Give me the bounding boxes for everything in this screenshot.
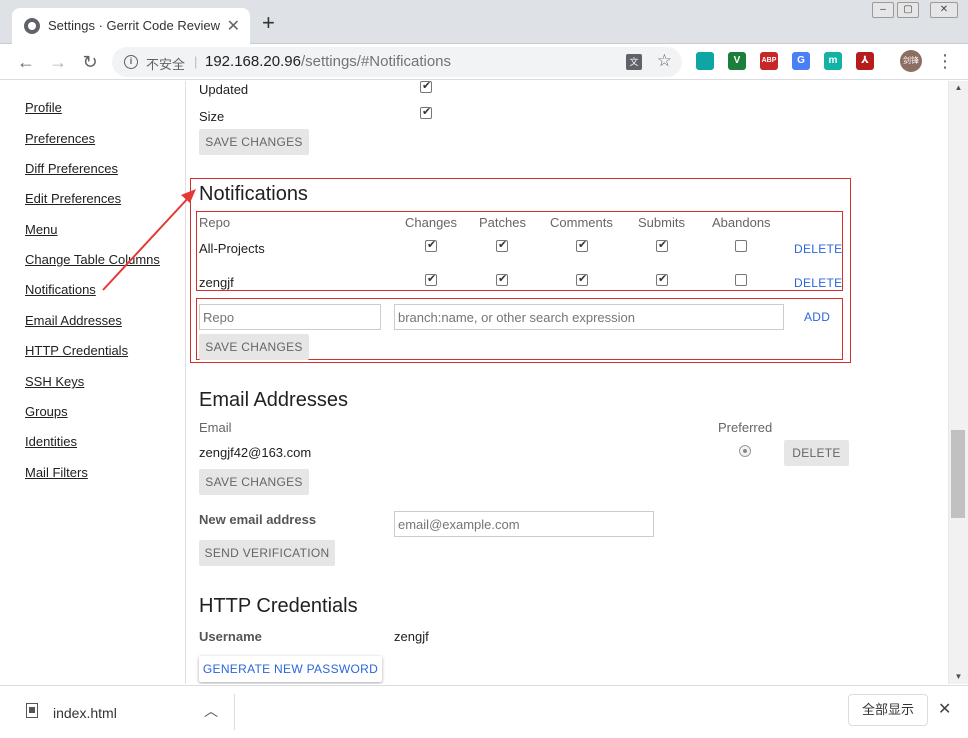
- page-viewport: Profile Preferences Diff Preferences Edi…: [0, 81, 948, 684]
- annotation-arrow: [102, 189, 196, 291]
- tab-strip: Settings · Gerrit Code Review ✕ + – ▢ ✕: [0, 0, 968, 44]
- url-text[interactable]: 192.168.20.96/settings/#Notifications: [205, 53, 451, 70]
- bookmark-star-icon[interactable]: ☆: [657, 51, 672, 71]
- pdf-extension-icon[interactable]: ⅄: [856, 52, 874, 70]
- download-bar: index.html ︿ 全部显示 ✕: [0, 685, 968, 738]
- browser-toolbar: ← → ↻ i 不安全 | 192.168.20.96/settings/#No…: [0, 44, 968, 80]
- back-arrow-icon[interactable]: ←: [14, 50, 38, 74]
- window-close-icon[interactable]: ✕: [930, 2, 958, 18]
- address-bar[interactable]: i 不安全 | 192.168.20.96/settings/#Notifica…: [112, 47, 682, 77]
- info-icon[interactable]: i: [124, 55, 138, 69]
- scroll-up-icon[interactable]: ▲: [949, 81, 968, 95]
- minimize-icon[interactable]: –: [872, 2, 894, 18]
- google-translate-icon[interactable]: G: [792, 52, 810, 70]
- insecure-label: 不安全: [146, 57, 186, 72]
- download-filename[interactable]: index.html: [53, 705, 117, 721]
- browser-tab[interactable]: Settings · Gerrit Code Review ✕: [12, 8, 250, 44]
- scroll-thumb[interactable]: [951, 430, 965, 518]
- chevron-up-icon[interactable]: ︿: [204, 701, 218, 721]
- omnibox-separator: |: [194, 54, 198, 69]
- adblock-plus-icon[interactable]: ABP: [760, 52, 778, 70]
- translate-icon[interactable]: 文: [626, 54, 642, 70]
- gerrit-favicon-icon: [24, 18, 40, 34]
- reload-icon[interactable]: ↻: [78, 50, 102, 74]
- download-bar-close-icon[interactable]: ✕: [938, 699, 951, 719]
- stylus-icon[interactable]: [696, 52, 714, 70]
- page-scrollbar[interactable]: ▲ ▼: [948, 81, 968, 684]
- download-divider: [234, 694, 235, 730]
- v-extension-icon[interactable]: V: [728, 52, 746, 70]
- tab-close-icon[interactable]: ✕: [227, 16, 240, 36]
- profile-avatar[interactable]: 剑锋: [900, 50, 922, 72]
- scroll-down-icon[interactable]: ▼: [949, 670, 968, 684]
- new-tab-icon[interactable]: +: [262, 12, 275, 34]
- forward-arrow-icon[interactable]: →: [46, 50, 70, 74]
- m-extension-icon[interactable]: m: [824, 52, 842, 70]
- show-all-button[interactable]: 全部显示: [848, 694, 928, 726]
- file-icon: [26, 703, 38, 718]
- browser-menu-icon[interactable]: ⋮: [936, 50, 954, 72]
- tab-title: Settings · Gerrit Code Review: [48, 18, 220, 33]
- maximize-icon[interactable]: ▢: [897, 2, 919, 18]
